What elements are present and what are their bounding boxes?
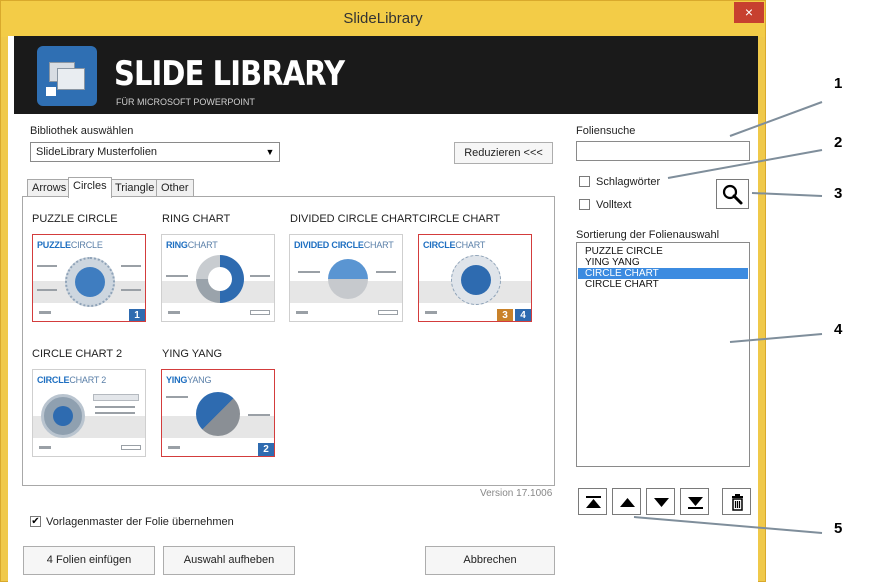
callout-line-1 (729, 101, 823, 137)
callout-number-1: 1 (834, 75, 843, 92)
callout-line-3 (751, 192, 823, 197)
callout-line-2 (667, 149, 823, 179)
callout-number-4: 4 (834, 321, 843, 338)
callout-number-2: 2 (834, 134, 843, 151)
callout-number-5: 5 (834, 520, 843, 537)
callout-line-4 (729, 333, 823, 343)
screenshot-root: SlideLibrary × SLIDE LIBRARY FÜR MICROSO… (0, 0, 872, 582)
callout-number-3: 3 (834, 185, 843, 202)
tab-circles[interactable]: Circles (68, 177, 112, 198)
callout-line-5 (633, 516, 823, 534)
callout-lines (633, 101, 823, 534)
